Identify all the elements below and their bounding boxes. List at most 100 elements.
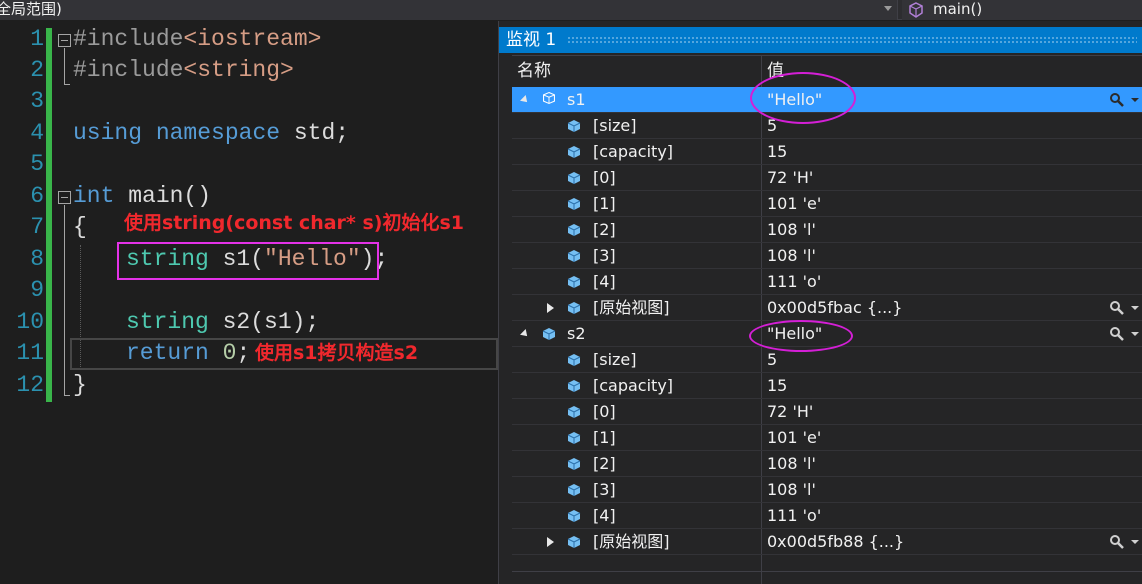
variable-icon (543, 91, 555, 105)
brace: { (73, 214, 87, 240)
watch-row[interactable]: [2] 108 'l' (512, 217, 1142, 243)
watch-row[interactable]: [3] 108 'l' (512, 477, 1142, 503)
line-number: 9 (30, 277, 44, 303)
visualizer-dropdown-icon[interactable] (1131, 306, 1139, 310)
collapse-icon[interactable] (58, 34, 71, 47)
outline-line (64, 205, 65, 395)
watch-row[interactable]: [3] 108 'l' (512, 243, 1142, 269)
type-name: string (126, 309, 209, 335)
watch-row[interactable]: [原始视图] 0x00d5fb88 {...} (512, 529, 1142, 555)
line-number: 3 (30, 88, 44, 114)
expand-arrow-icon[interactable] (547, 537, 554, 547)
watch-value[interactable]: 15 (767, 141, 787, 163)
watch-value[interactable]: 101 'e' (767, 427, 821, 449)
identifier: std; (280, 120, 350, 146)
watch-row[interactable]: [0] 72 'H' (512, 165, 1142, 191)
outline-tick (64, 395, 70, 396)
watch-name: [2] (593, 454, 616, 473)
visualizer-dropdown-icon[interactable] (1131, 332, 1139, 336)
column-header-name[interactable]: 名称 (517, 58, 551, 84)
watch-name: [0] (593, 168, 616, 187)
watch-value[interactable]: 0x00d5fbac {...} (767, 297, 902, 319)
watch-row[interactable]: [size] 5 (512, 347, 1142, 373)
search-icon[interactable] (1109, 92, 1125, 108)
function-dropdown[interactable]: main() (902, 0, 1142, 20)
watch-value[interactable]: 72 'H' (767, 401, 813, 423)
watch-value[interactable]: 108 'l' (767, 245, 816, 267)
watch-name: s2 (567, 324, 586, 343)
search-icon[interactable] (1109, 534, 1125, 550)
field-icon (567, 198, 581, 210)
watch-name: [3] (593, 480, 616, 499)
outline-line (64, 48, 65, 84)
expand-arrow-icon[interactable] (547, 303, 554, 313)
watch-row[interactable]: [原始视图] 0x00d5fbac {...} (512, 295, 1142, 321)
line-number: 2 (30, 57, 44, 83)
watch-name: [capacity] (593, 142, 674, 161)
line-number: 4 (30, 120, 44, 146)
search-icon[interactable] (1109, 300, 1125, 316)
field-icon (567, 172, 581, 184)
code-line-7: { (73, 212, 87, 243)
watch-value[interactable]: 111 'o' (767, 271, 821, 293)
watch-value[interactable]: 111 'o' (767, 505, 821, 527)
include-target: <string> (183, 57, 294, 83)
collapse-icon[interactable] (58, 191, 71, 204)
collapse-arrow-icon[interactable] (520, 329, 530, 339)
line-number: 10 (16, 309, 44, 335)
watch-row[interactable]: [4] 111 'o' (512, 503, 1142, 529)
chevron-down-icon[interactable] (884, 6, 892, 11)
watch-value[interactable]: 108 'l' (767, 479, 816, 501)
field-icon (567, 484, 581, 496)
watch-value[interactable]: 101 'e' (767, 193, 821, 215)
code-line-2: #include<string> (73, 55, 294, 86)
field-icon (567, 406, 581, 418)
code-line-1: #include<iostream> (73, 24, 321, 55)
punctuation: ; (236, 340, 251, 366)
collapse-arrow-icon[interactable] (520, 95, 530, 105)
watch-value[interactable]: 0x00d5fb88 {...} (767, 531, 904, 553)
watch-name: s1 (567, 90, 586, 109)
visualizer-dropdown-icon[interactable] (1131, 540, 1139, 544)
function-signature: main() (114, 183, 212, 209)
watch-value[interactable]: 72 'H' (767, 167, 813, 189)
watch-name: [capacity] (593, 376, 674, 395)
watch-value[interactable]: 5 (767, 349, 777, 371)
watch-name: [3] (593, 246, 616, 265)
watch-title: 监视 1 (506, 30, 557, 50)
watch-row[interactable]: [2] 108 'l' (512, 451, 1142, 477)
watch-grid[interactable]: 名称 值 s1 "Hello" [size] 5 [capacity] 15 [… (512, 55, 1142, 584)
scope-dropdown[interactable]: 全局范围) (0, 0, 898, 20)
watch-row[interactable]: [4] 111 'o' (512, 269, 1142, 295)
field-icon (567, 432, 581, 444)
add-watch-row[interactable] (512, 571, 1142, 584)
title-grip[interactable] (567, 36, 1137, 43)
search-icon[interactable] (1109, 326, 1125, 342)
code-line-11: return 0; (126, 338, 250, 369)
variable-icon (542, 328, 556, 340)
watch-name: [1] (593, 428, 616, 447)
watch-row[interactable]: [1] 101 'e' (512, 425, 1142, 451)
highlight-ellipse (749, 320, 853, 352)
watch-value[interactable]: 108 'l' (767, 219, 816, 241)
code-editor[interactable]: 1 2 3 4 5 6 7 8 9 10 11 12 #include<iost… (0, 21, 498, 584)
field-icon (567, 536, 581, 548)
field-icon (567, 250, 581, 262)
visualizer-dropdown-icon[interactable] (1131, 98, 1139, 102)
navigation-bar: 全局范围) main() (0, 0, 1142, 20)
watch-value[interactable]: 108 'l' (767, 453, 816, 475)
watch-row[interactable]: [capacity] 15 (512, 139, 1142, 165)
keyword: namespace (155, 120, 281, 146)
field-icon (567, 380, 581, 392)
watch-name: [原始视图] (593, 298, 670, 317)
line-number: 1 (30, 26, 44, 52)
outline-tick (64, 84, 70, 85)
watch-row[interactable]: [capacity] 15 (512, 373, 1142, 399)
watch-row[interactable]: [1] 101 'e' (512, 191, 1142, 217)
field-icon (567, 224, 581, 236)
preprocessor-directive: #include (73, 26, 184, 52)
watch-title-bar[interactable]: 监视 1 (499, 27, 1142, 53)
watch-value[interactable]: 15 (767, 375, 787, 397)
field-icon (567, 510, 581, 522)
watch-row[interactable]: [0] 72 'H' (512, 399, 1142, 425)
